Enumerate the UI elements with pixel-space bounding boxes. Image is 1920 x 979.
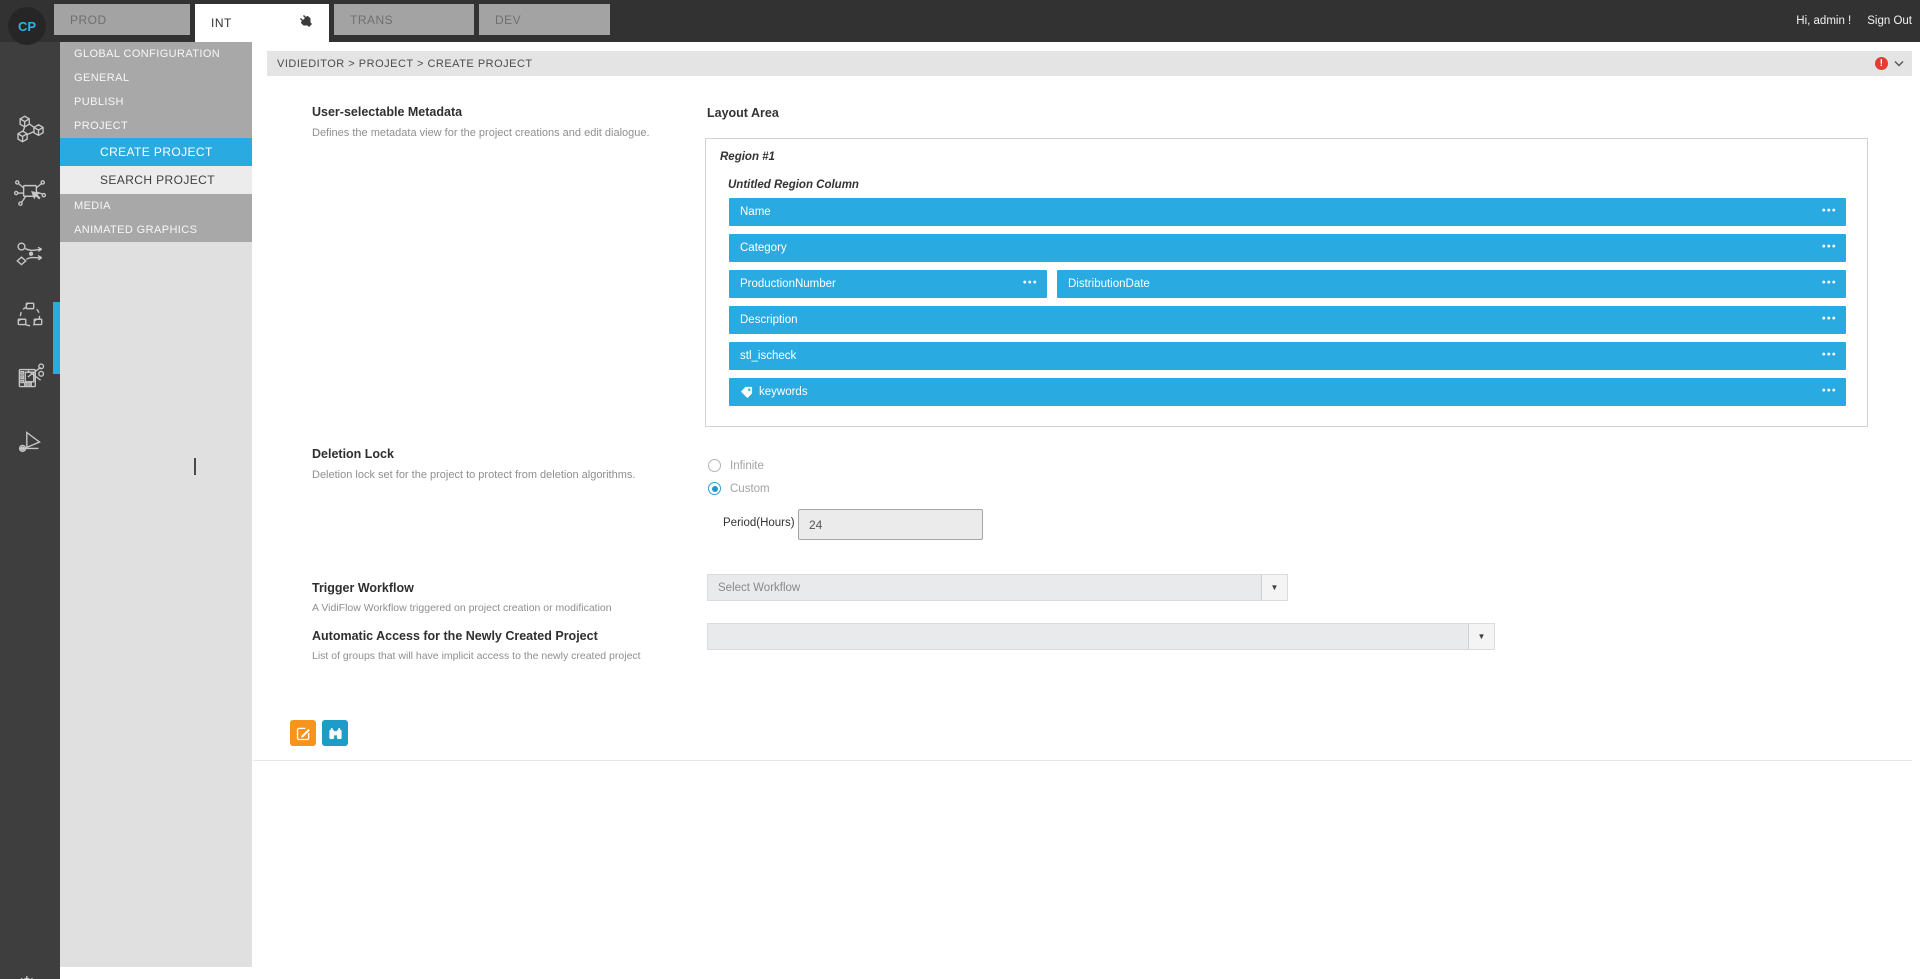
top-bar: CP PROD INT TRANS DEV Hi, admin ! Sign O… bbox=[0, 0, 1920, 42]
region-title: Region #1 bbox=[720, 151, 775, 163]
trigger-workflow-title: Trigger Workflow bbox=[312, 581, 414, 595]
preview-button[interactable] bbox=[322, 720, 348, 746]
env-tab-trans-label: TRANS bbox=[350, 13, 393, 27]
nav-item-project[interactable]: PROJECT bbox=[60, 114, 252, 138]
nav-item-publish[interactable]: PUBLISH bbox=[60, 90, 252, 114]
deletion-lock-title: Deletion Lock bbox=[312, 447, 394, 461]
metadata-field-list: Name Category ProductionNumber Distribut… bbox=[729, 198, 1846, 414]
breadcrumb: VIDIEDITOR > PROJECT > CREATE PROJECT bbox=[277, 58, 533, 70]
period-hours-label: Period(Hours) bbox=[723, 517, 795, 529]
objects-cubes-icon[interactable] bbox=[13, 112, 47, 146]
nav-item-animated-graphics[interactable]: ANIMATED GRAPHICS bbox=[60, 218, 252, 242]
nav-item-search-project[interactable]: SEARCH PROJECT bbox=[60, 166, 252, 194]
field-menu-dots-icon[interactable] bbox=[1822, 242, 1837, 253]
radio-custom-label[interactable]: Custom bbox=[730, 483, 770, 495]
field-menu-dots-icon[interactable] bbox=[1822, 314, 1837, 325]
tag-icon bbox=[740, 386, 753, 399]
distribution-cycle-icon[interactable] bbox=[13, 298, 47, 332]
metadata-field-keywords[interactable]: keywords bbox=[729, 378, 1846, 406]
metadata-section-description: Defines the metadata view for the projec… bbox=[312, 127, 650, 139]
workflow-arrows-icon[interactable] bbox=[13, 237, 47, 271]
layout-region-box: Region #1 Untitled Region Column Name Ca… bbox=[705, 138, 1868, 427]
module-rail bbox=[0, 42, 60, 979]
breadcrumb-bar: VIDIEDITOR > PROJECT > CREATE PROJECT ! bbox=[267, 51, 1912, 76]
metadata-row: Name bbox=[729, 198, 1846, 226]
radio-infinite-label[interactable]: Infinite bbox=[730, 460, 764, 472]
metadata-row: stl_ischeck bbox=[729, 342, 1846, 370]
env-tab-dev-label: DEV bbox=[495, 13, 521, 27]
radio-custom[interactable] bbox=[708, 482, 721, 495]
settings-gears-icon[interactable] bbox=[13, 968, 47, 979]
form-bottom-divider bbox=[253, 760, 1912, 761]
metadata-field-productionnumber[interactable]: ProductionNumber bbox=[729, 270, 1047, 298]
binoculars-icon bbox=[328, 726, 343, 741]
panel-resize-handle[interactable] bbox=[194, 458, 196, 475]
field-label: Category bbox=[740, 242, 787, 254]
plug-icon bbox=[298, 13, 315, 30]
access-groups-select[interactable]: ▼ bbox=[707, 623, 1495, 650]
editor-film-scissors-icon[interactable] bbox=[13, 360, 47, 394]
app-root: CP PROD INT TRANS DEV Hi, admin ! Sign O… bbox=[0, 0, 1920, 979]
nav-item-create-project[interactable]: CREATE PROJECT bbox=[60, 138, 252, 166]
region-column-title: Untitled Region Column bbox=[728, 179, 859, 191]
env-tab-prod-label: PROD bbox=[70, 13, 107, 27]
nav-item-global-configuration[interactable]: GLOBAL CONFIGURATION bbox=[60, 42, 252, 66]
metadata-row: Category bbox=[729, 234, 1846, 262]
radio-option-custom[interactable]: Custom bbox=[708, 482, 770, 495]
env-tab-int[interactable]: INT bbox=[195, 4, 329, 42]
radio-option-infinite[interactable]: Infinite bbox=[708, 459, 764, 472]
workflow-select[interactable]: Select Workflow ▼ bbox=[707, 574, 1288, 601]
dropdown-arrow-icon[interactable]: ▼ bbox=[1468, 624, 1494, 649]
period-hours-input[interactable] bbox=[798, 509, 983, 540]
metadata-field-description[interactable]: Description bbox=[729, 306, 1846, 334]
error-badge[interactable]: ! bbox=[1875, 57, 1888, 70]
metadata-field-distributiondate[interactable]: DistributionDate bbox=[1057, 270, 1846, 298]
nav-item-media[interactable]: MEDIA bbox=[60, 194, 252, 218]
field-label: keywords bbox=[759, 386, 808, 398]
auto-access-description: List of groups that will have implicit a… bbox=[312, 650, 641, 662]
field-menu-dots-icon[interactable] bbox=[1822, 206, 1837, 217]
field-menu-dots-icon[interactable] bbox=[1822, 350, 1837, 361]
chevron-down-icon[interactable] bbox=[1894, 60, 1904, 67]
field-menu-dots-icon[interactable] bbox=[1822, 386, 1837, 397]
trigger-workflow-description: A VidiFlow Workflow triggered on project… bbox=[312, 602, 612, 614]
env-tab-int-label: INT bbox=[211, 16, 232, 30]
process-board-icon[interactable] bbox=[13, 175, 47, 209]
metadata-row: keywords bbox=[729, 378, 1846, 406]
field-menu-dots-icon[interactable] bbox=[1023, 278, 1038, 289]
metadata-field-name[interactable]: Name bbox=[729, 198, 1846, 226]
dropdown-arrow-icon[interactable]: ▼ bbox=[1261, 575, 1287, 600]
nav-item-general[interactable]: GENERAL bbox=[60, 66, 252, 90]
env-tab-trans[interactable]: TRANS bbox=[334, 4, 474, 35]
rail-active-indicator bbox=[53, 302, 60, 374]
edit-button[interactable] bbox=[290, 720, 316, 746]
user-greeting: Hi, admin ! bbox=[1796, 15, 1851, 27]
auto-access-title: Automatic Access for the Newly Created P… bbox=[312, 629, 598, 643]
radio-infinite[interactable] bbox=[708, 459, 721, 472]
workflow-select-value: Select Workflow bbox=[718, 582, 800, 594]
metadata-field-stl-ischeck[interactable]: stl_ischeck bbox=[729, 342, 1846, 370]
env-tab-dev[interactable]: DEV bbox=[479, 4, 610, 35]
env-tab-prod[interactable]: PROD bbox=[54, 4, 190, 35]
field-label: stl_ischeck bbox=[740, 350, 796, 362]
layout-area-label: Layout Area bbox=[707, 106, 779, 120]
metadata-row: Description bbox=[729, 306, 1846, 334]
field-menu-dots-icon[interactable] bbox=[1822, 278, 1837, 289]
field-label: Description bbox=[740, 314, 798, 326]
metadata-row: ProductionNumber DistributionDate bbox=[729, 270, 1846, 298]
sign-out-link[interactable]: Sign Out bbox=[1867, 15, 1912, 27]
avatar[interactable]: CP bbox=[8, 7, 46, 45]
metadata-field-category[interactable]: Category bbox=[729, 234, 1846, 262]
config-nav: GLOBAL CONFIGURATION GENERAL PUBLISH PRO… bbox=[60, 42, 252, 967]
deletion-lock-description: Deletion lock set for the project to pro… bbox=[312, 469, 635, 481]
edit-pencil-icon bbox=[296, 726, 311, 741]
field-label: Name bbox=[740, 206, 771, 218]
field-label: DistributionDate bbox=[1068, 278, 1150, 290]
playout-icon[interactable] bbox=[13, 424, 47, 458]
metadata-section-title: User-selectable Metadata bbox=[312, 105, 462, 119]
field-label: ProductionNumber bbox=[740, 278, 836, 290]
